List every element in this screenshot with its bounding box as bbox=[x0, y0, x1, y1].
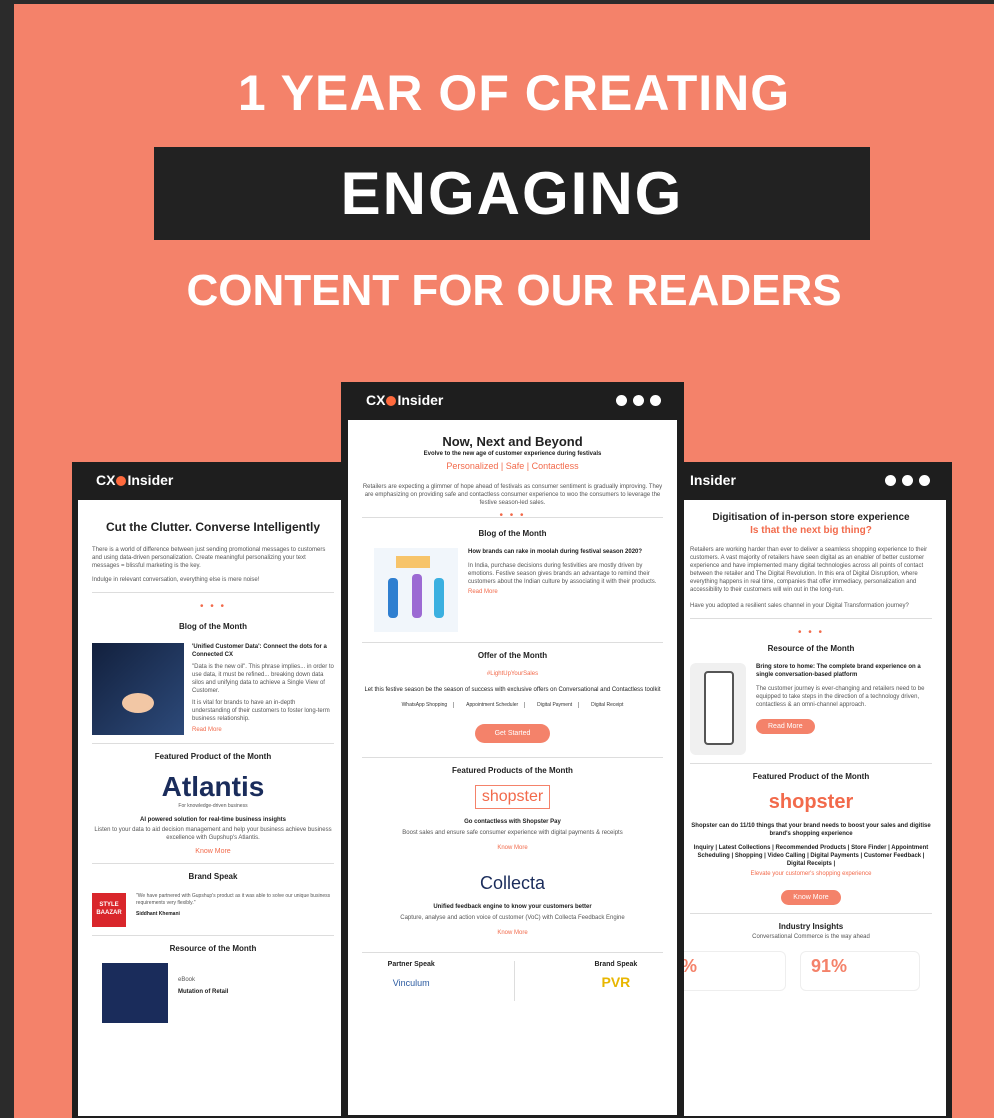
blog-heading: How brands can rake in moolah during fes… bbox=[468, 549, 643, 555]
get-started-button[interactable]: Get Started bbox=[474, 724, 551, 743]
card-headline: Digitisation of in-person store experien… bbox=[712, 512, 910, 523]
card-headline: Now, Next and Beyond bbox=[442, 434, 583, 449]
blog-title: Blog of the Month bbox=[179, 622, 247, 631]
newsletter-card-left: CX Insider Cut the Clutter. Converse Inte… bbox=[72, 462, 354, 1118]
social-icons bbox=[885, 475, 930, 486]
offer-item: WhatsApp Shopping bbox=[396, 702, 455, 708]
atlantis-logo: Atlantis bbox=[161, 771, 265, 802]
card-intro: There is a world of difference between j… bbox=[92, 547, 326, 569]
card-header: Insider bbox=[676, 462, 946, 500]
linkedin-icon[interactable] bbox=[902, 475, 913, 486]
atlantis-sub: For knowledge-driven business bbox=[178, 803, 248, 809]
offer-item: Digital Payment bbox=[531, 702, 580, 708]
social-icons bbox=[616, 395, 661, 406]
card-tagline: Personalized | Safe | Contactless bbox=[446, 461, 579, 471]
read-more-link[interactable]: Read More bbox=[468, 589, 661, 595]
resource-title: Resource of the Month bbox=[767, 644, 855, 653]
linkedin-icon[interactable] bbox=[633, 395, 644, 406]
card-sub: Is that the next big thing? bbox=[750, 525, 872, 536]
shopster-logo: shopster bbox=[768, 791, 854, 813]
divider-dots: • • • bbox=[797, 627, 825, 638]
product1-desc: Go contactless with Shopster Pay bbox=[464, 819, 561, 825]
offer-body: Let this festive season be the season of… bbox=[364, 687, 661, 693]
card-sub: Evolve to the new age of customer experi… bbox=[423, 451, 602, 457]
blog-image bbox=[92, 643, 184, 735]
stat-box-2: 91% bbox=[800, 951, 920, 991]
featured-title: Featured Product of the Month bbox=[752, 772, 870, 781]
product2-desc: Unified feedback engine to know your cus… bbox=[433, 904, 592, 910]
offer-title: Offer of the Month bbox=[477, 651, 548, 660]
resource-title: Resource of the Month bbox=[169, 944, 257, 953]
divider-dots: • • • bbox=[499, 510, 526, 521]
card-intro: Retailers are working harder than ever t… bbox=[690, 547, 928, 593]
featured-title: Featured Products of the Month bbox=[452, 766, 573, 775]
blog-body-2: It is vital for brands to have an in-dep… bbox=[192, 700, 330, 722]
card-intro: Retailers are expecting a glimmer of hop… bbox=[362, 484, 663, 506]
resource-heading: Bring store to home: The complete brand … bbox=[756, 664, 921, 678]
cx-insider-logo: Insider bbox=[690, 472, 736, 488]
product-desc: Shopster can do 11/10 things that your b… bbox=[691, 823, 931, 837]
blog-body: In India, purchase decisions during fest… bbox=[468, 563, 657, 585]
product1-body: Boost sales and ensure safe consumer exp… bbox=[402, 830, 623, 836]
newsletter-card-center: CX Insider Now, Next and Beyond Evolve to… bbox=[341, 382, 684, 1118]
card-header: CX Insider bbox=[78, 462, 348, 500]
twitter-icon[interactable] bbox=[650, 395, 661, 406]
pvr-logo: PVR bbox=[601, 974, 631, 990]
blog-body: "Data is the new oil". This phrase impli… bbox=[192, 664, 334, 694]
divider-dots: • • • bbox=[199, 601, 227, 612]
resource-label: eBook bbox=[178, 977, 196, 983]
insights-title: Industry Insights bbox=[778, 922, 844, 931]
shopster-logo: shopster bbox=[474, 785, 551, 809]
facebook-icon[interactable] bbox=[616, 395, 627, 406]
know-more-button[interactable]: Know More bbox=[781, 890, 841, 905]
cx-insider-logo: CX Insider bbox=[366, 392, 444, 408]
product-body: Listen to your data to aid decision mana… bbox=[94, 827, 332, 841]
brand-speak-title: Brand Speak bbox=[594, 961, 638, 968]
product-cta-text: Elevate your customer's shopping experie… bbox=[750, 871, 872, 877]
know-more-link-2[interactable]: Know More bbox=[348, 930, 677, 936]
collecta-logo: Collecta bbox=[479, 873, 546, 893]
card-question: Have you adopted a resilient sales chann… bbox=[690, 603, 909, 609]
offer-tag: #LightUpYourSales bbox=[486, 671, 539, 677]
poster: 1 YEAR OF CREATING ENGAGING CONTENT FOR … bbox=[14, 4, 994, 1118]
offer-items: WhatsApp Shopping Appointment Scheduler … bbox=[348, 702, 677, 708]
brand-quote: "We have partnered with Gupshup's produc… bbox=[136, 893, 331, 906]
product-desc: AI powered solution for real-time busine… bbox=[139, 817, 287, 823]
twitter-icon[interactable] bbox=[919, 475, 930, 486]
headline-highlight: ENGAGING bbox=[154, 147, 870, 240]
know-more-link[interactable]: Know More bbox=[78, 848, 348, 855]
ebook-cover bbox=[102, 963, 168, 1023]
blog-illustration bbox=[374, 548, 458, 632]
headline-line-3: CONTENT FOR OUR READERS bbox=[186, 266, 842, 315]
resource-heading: Mutation of Retail bbox=[178, 989, 229, 995]
style-baazar-logo: STYLE BAAZAR bbox=[92, 893, 126, 927]
card-header: CX Insider bbox=[348, 382, 677, 420]
product2-body: Capture, analyse and action voice of cus… bbox=[400, 915, 625, 921]
card-tagline: Indulge in relevant conversation, everyt… bbox=[92, 577, 260, 583]
stat-box-1: % bbox=[676, 951, 786, 991]
brand-person: Siddhant Khemani bbox=[136, 911, 180, 917]
newsletter-card-right: Insider Digitisation of in-person store … bbox=[670, 462, 952, 1118]
headline-line-1: 1 YEAR OF CREATING bbox=[237, 65, 791, 121]
featured-title: Featured Product of the Month bbox=[154, 752, 272, 761]
card-headline: Cut the Clutter. Converse Intelligently bbox=[105, 520, 321, 534]
resource-body: The customer journey is ever-changing an… bbox=[756, 686, 925, 708]
facebook-icon[interactable] bbox=[885, 475, 896, 486]
insights-sub: Conversational Commerce is the way ahead bbox=[752, 934, 870, 940]
blog-heading: 'Unified Customer Data': Connect the dot… bbox=[192, 644, 327, 658]
offer-item: Digital Receipt bbox=[591, 702, 624, 708]
blog-title: Blog of the Month bbox=[478, 529, 547, 538]
product-list: Inquiry | Latest Collections | Recommend… bbox=[693, 845, 929, 867]
cx-insider-logo: CX Insider bbox=[96, 472, 174, 488]
know-more-link[interactable]: Know More bbox=[348, 845, 677, 851]
phone-illustration bbox=[690, 663, 746, 755]
vinculum-logo: Vinculum bbox=[392, 978, 430, 988]
read-more-link[interactable]: Read More bbox=[192, 727, 334, 733]
offer-item: Appointment Scheduler bbox=[460, 702, 526, 708]
read-more-button[interactable]: Read More bbox=[756, 719, 815, 734]
partner-speak-title: Partner Speak bbox=[387, 961, 435, 968]
brand-speak-title: Brand Speak bbox=[188, 872, 238, 881]
